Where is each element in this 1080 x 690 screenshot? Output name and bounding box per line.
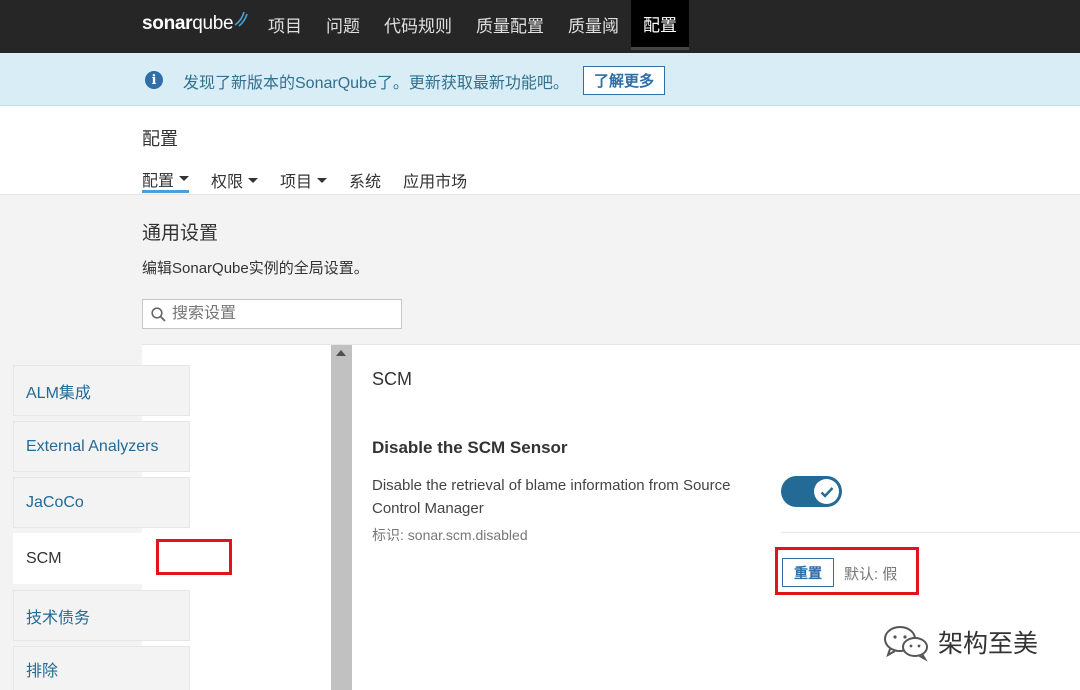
check-icon xyxy=(820,486,833,498)
highlight-box-reset xyxy=(775,547,919,595)
category-external-analyzers[interactable]: External Analyzers xyxy=(13,421,190,472)
sonarqube-logo[interactable]: sonarqube xyxy=(142,9,249,39)
main-nav: 项目 问题 代码规则 质量配置 质量阈 配置 xyxy=(256,0,689,53)
caret-down-icon xyxy=(248,177,259,183)
subnav-projects-label: 项目 xyxy=(280,174,313,191)
subnav-security-label: 权限 xyxy=(211,174,244,191)
search-settings-box[interactable] xyxy=(142,299,402,329)
subnav-marketplace-label: 应用市场 xyxy=(403,174,468,191)
category-title: SCM xyxy=(372,369,412,389)
nav-issues[interactable]: 问题 xyxy=(314,0,372,48)
learn-more-button[interactable]: 了解更多 xyxy=(583,66,665,95)
nav-quality-gates[interactable]: 质量阈 xyxy=(556,0,631,48)
subnav-system[interactable]: 系统 xyxy=(349,167,381,193)
nav-projects[interactable]: 项目 xyxy=(256,0,314,48)
nav-quality-profiles[interactable]: 质量配置 xyxy=(464,0,556,48)
sidebar-scrollbar[interactable] xyxy=(331,345,352,690)
subnav-configuration[interactable]: 配置 xyxy=(142,167,190,193)
toggle-knob xyxy=(814,479,839,504)
nav-rules[interactable]: 代码规则 xyxy=(372,0,464,48)
setting-key: 标识: sonar.scm.disabled xyxy=(372,527,528,543)
info-icon: i xyxy=(145,71,163,89)
search-input[interactable] xyxy=(172,305,392,323)
subnav-configuration-label: 配置 xyxy=(142,172,175,190)
search-icon xyxy=(151,306,166,322)
subnav-security[interactable]: 权限 xyxy=(211,167,259,193)
sub-nav: 配置 权限 项目 系统 应用市场 xyxy=(142,167,489,193)
subnav-projects[interactable]: 项目 xyxy=(280,167,328,193)
setting-name: Disable the SCM Sensor xyxy=(372,438,568,457)
watermark-text: 架构至美 xyxy=(938,630,1039,658)
logo-text-sonar: sonar xyxy=(142,13,193,34)
wechat-icon xyxy=(884,626,928,662)
scroll-up-arrow-icon[interactable] xyxy=(336,350,346,356)
scm-disabled-toggle[interactable] xyxy=(781,476,842,507)
nav-administration[interactable]: 配置 xyxy=(631,0,689,50)
subnav-system-label: 系统 xyxy=(349,174,382,191)
caret-down-icon xyxy=(179,176,190,181)
section-description: 编辑SonarQube实例的全局设置。 xyxy=(142,260,369,277)
section-title: 通用设置 xyxy=(142,223,219,244)
category-technical-debt[interactable]: 技术债务 xyxy=(13,590,190,641)
watermark: 架构至美 xyxy=(880,622,1038,662)
logo-text-qube: qube xyxy=(192,13,234,34)
caret-down-icon xyxy=(317,177,328,183)
subnav-marketplace[interactable]: 应用市场 xyxy=(403,167,467,193)
category-alm[interactable]: ALM集成 xyxy=(13,365,190,416)
highlight-box-scm xyxy=(156,539,232,575)
logo-waves-icon xyxy=(234,11,249,27)
page-title: 配置 xyxy=(142,129,178,149)
setting-description: Disable the retrieval of blame informati… xyxy=(372,477,731,517)
category-exclusions[interactable]: 排除 xyxy=(13,646,190,690)
setting-divider xyxy=(781,532,1080,533)
banner-message: 发现了新版本的SonarQube了。更新获取最新功能吧。 xyxy=(183,75,569,92)
category-jacoco[interactable]: JaCoCo xyxy=(13,477,190,528)
